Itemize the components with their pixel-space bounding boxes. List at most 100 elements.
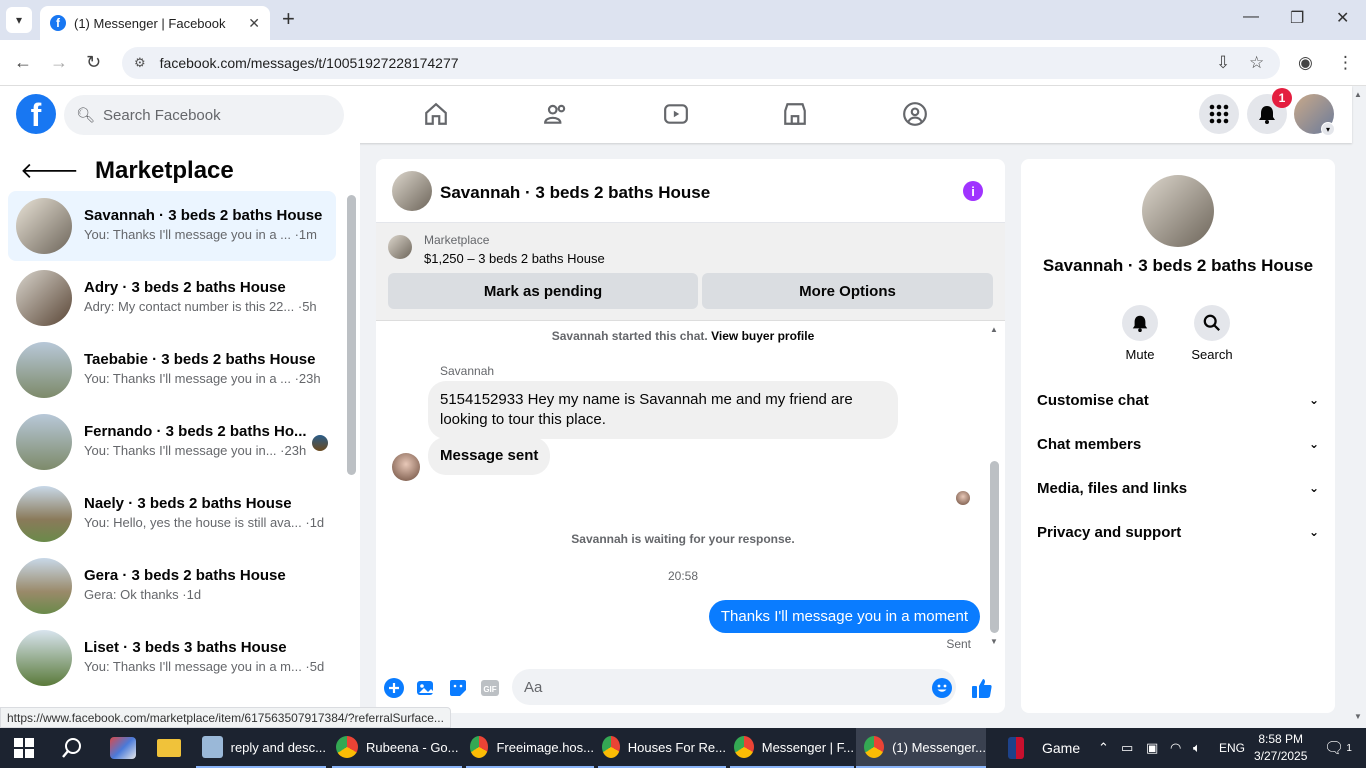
search-icon: 🔍︎ xyxy=(76,107,96,124)
taskbar-item[interactable]: Messenger | F... xyxy=(730,728,854,768)
site-info-icon[interactable]: ⚙ xyxy=(134,55,146,71)
chat-scrollbar[interactable] xyxy=(990,461,999,633)
chat-members-section[interactable]: Chat members ⌄ xyxy=(1037,429,1319,459)
section-label: Chat members xyxy=(1037,435,1142,453)
waiting-notice: Savannah is waiting for your response. xyxy=(571,532,795,546)
marketplace-icon[interactable] xyxy=(782,101,808,127)
privacy-support-section[interactable]: Privacy and support ⌄ xyxy=(1037,517,1319,547)
battery-icon[interactable]: ▭ xyxy=(1121,728,1133,768)
chevron-down-icon[interactable]: ▾ xyxy=(1321,122,1335,136)
new-tab-icon[interactable]: + xyxy=(282,8,295,30)
facebook-logo[interactable]: f xyxy=(16,94,56,134)
conversation-name: Fernando · 3 beds 2 baths Ho... xyxy=(84,423,307,440)
chat-scroll-down-icon[interactable]: ▼ xyxy=(990,637,998,646)
taskbar-item-label: (1) Messenger... xyxy=(892,739,986,755)
restore-icon[interactable]: ❐ xyxy=(1290,8,1304,28)
more-options-button[interactable]: More Options xyxy=(702,273,993,309)
forward-icon[interactable]: → xyxy=(50,52,68,73)
close-window-icon[interactable]: ✕ xyxy=(1336,8,1349,28)
mute-button[interactable]: Mute xyxy=(1110,305,1170,362)
taskbar-search-icon[interactable] xyxy=(61,737,83,759)
message-input[interactable] xyxy=(512,669,956,705)
conversation-item[interactable]: Gera · 3 beds 2 baths House Gera: Ok tha… xyxy=(8,551,336,621)
taskbar-item[interactable]: Houses For Re... xyxy=(598,728,726,768)
conversation-item[interactable]: Liset · 3 beds 3 baths House You: Thanks… xyxy=(8,623,336,693)
marketplace-conversations-panel: 🡐 Marketplace Savannah · 3 beds 2 baths … xyxy=(0,143,360,713)
notification-center-icon[interactable]: 🗨︎ 1 xyxy=(1324,728,1352,768)
wifi-icon[interactable]: ◠ xyxy=(1170,728,1181,768)
like-thumb-icon[interactable] xyxy=(971,677,993,699)
conversation-item[interactable]: Adry · 3 beds 2 baths House Adry: My con… xyxy=(8,263,336,333)
page-scroll-down-icon[interactable]: ▼ xyxy=(1354,712,1362,721)
taskbar-item[interactable]: Rubeena - Go... xyxy=(332,728,462,768)
friends-icon[interactable] xyxy=(543,101,569,127)
chat-avatar[interactable] xyxy=(392,171,432,211)
taskbar-item-active[interactable]: (1) Messenger... xyxy=(856,728,986,768)
conversation-item[interactable]: Savannah · 3 beds 2 baths House You: Tha… xyxy=(8,191,336,261)
conversation-snippet: You: Thanks I'll message you in... ·23h xyxy=(84,443,307,458)
back-icon[interactable]: ← xyxy=(14,52,32,73)
chat-header: Savannah · 3 beds 2 baths House i xyxy=(376,159,1005,223)
chrome-icon xyxy=(336,736,358,758)
media-files-section[interactable]: Media, files and links ⌄ xyxy=(1037,473,1319,503)
game-widget[interactable]: Game xyxy=(1008,728,1080,768)
page-scroll-up-icon[interactable]: ▲ xyxy=(1354,90,1362,99)
gif-icon[interactable]: GIF xyxy=(479,677,501,699)
reload-icon[interactable]: ↻ xyxy=(86,52,101,73)
windows-start-icon[interactable] xyxy=(14,738,34,758)
chrome-icon xyxy=(602,736,620,758)
sidebar-scrollbar[interactable] xyxy=(347,195,356,475)
browser-tab-messenger[interactable]: f (1) Messenger | Facebook ✕ xyxy=(40,6,270,40)
customise-chat-section[interactable]: Customise chat ⌄ xyxy=(1037,385,1319,415)
plus-icon[interactable] xyxy=(383,677,405,699)
listing-thumbnail xyxy=(388,235,412,259)
minimize-icon[interactable]: — xyxy=(1243,8,1259,26)
meet-now-icon[interactable]: ▣ xyxy=(1146,728,1158,768)
url-field[interactable]: ⚙ facebook.com/messages/t/10051927228174… xyxy=(122,47,1280,79)
groups-icon[interactable] xyxy=(902,101,928,127)
chat-started-notice: Savannah started this chat. View buyer p… xyxy=(376,329,990,343)
language-indicator[interactable]: ENG xyxy=(1219,728,1245,768)
menu-grid-icon[interactable] xyxy=(1199,94,1239,134)
video-icon[interactable] xyxy=(663,101,689,127)
conversation-item[interactable]: Naely · 3 beds 2 baths House You: Hello,… xyxy=(8,479,336,549)
paint-app-icon[interactable] xyxy=(110,737,136,759)
home-icon[interactable] xyxy=(423,101,449,127)
conversation-item[interactable]: Taebabie · 3 beds 2 baths House You: Tha… xyxy=(8,335,336,405)
message-timestamp: 20:58 xyxy=(667,569,699,583)
search-placeholder: Search Facebook xyxy=(103,106,221,124)
listing-price[interactable]: $1,250 – 3 beds 2 baths House xyxy=(424,251,605,266)
tray-chevron-icon[interactable]: ⌃ xyxy=(1098,728,1109,768)
view-buyer-profile-link[interactable]: View buyer profile xyxy=(711,329,814,343)
mark-pending-button[interactable]: Mark as pending xyxy=(388,273,698,309)
sticker-icon[interactable] xyxy=(447,677,469,699)
back-arrow-icon[interactable]: 🡐 xyxy=(20,158,79,184)
chat-info-panel: Savannah · 3 beds 2 baths House Mute Sea… xyxy=(1021,159,1335,713)
info-icon[interactable]: i xyxy=(963,181,983,201)
facebook-favicon: f xyxy=(50,15,66,31)
sender-avatar[interactable] xyxy=(392,453,420,481)
volume-icon[interactable]: 🔈︎ xyxy=(1193,728,1201,768)
search-in-chat-button[interactable]: Search xyxy=(1182,305,1242,362)
chat-scroll-up-icon[interactable]: ▲ xyxy=(990,325,998,334)
svg-text:GIF: GIF xyxy=(483,685,496,694)
file-explorer-icon[interactable] xyxy=(157,739,181,757)
notification-badge: 1 xyxy=(1272,88,1292,108)
chat-title[interactable]: Savannah · 3 beds 2 baths House xyxy=(440,183,710,203)
emoji-icon[interactable] xyxy=(931,677,953,699)
conversation-item[interactable]: Fernando · 3 beds 2 baths Ho... You: Tha… xyxy=(8,407,336,477)
browser-menu-icon[interactable]: ⋮ xyxy=(1337,53,1354,73)
taskbar-clock[interactable]: 8:58 PM 3/27/2025 xyxy=(1254,731,1307,765)
tab-search-icon[interactable]: ▾ xyxy=(6,7,32,33)
photo-icon[interactable] xyxy=(415,677,437,699)
taskbar-item-label: Houses For Re... xyxy=(627,739,726,755)
taskbar-item[interactable]: reply and desc... xyxy=(196,728,326,768)
profile-icon[interactable]: ◉ xyxy=(1298,53,1313,73)
bookmark-star-icon[interactable]: ☆ xyxy=(1249,53,1264,73)
search-facebook-field[interactable]: 🔍︎ Search Facebook xyxy=(64,95,344,135)
taskbar-item[interactable]: Freeimage.hos... xyxy=(466,728,594,768)
close-tab-icon[interactable]: ✕ xyxy=(248,15,260,32)
listing-thumbnail xyxy=(16,486,72,542)
contact-avatar[interactable] xyxy=(1142,175,1214,247)
install-app-icon[interactable]: ⇩ xyxy=(1216,53,1230,73)
